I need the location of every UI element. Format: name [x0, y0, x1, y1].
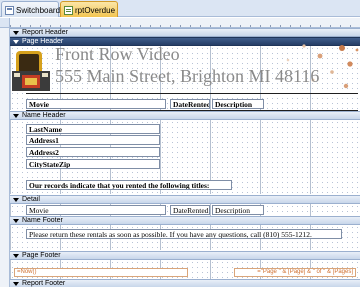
description-field[interactable]: Description — [212, 205, 264, 215]
section-label: Report Header — [22, 29, 68, 36]
section-arrow-icon — [13, 281, 19, 286]
document-tabs: Switchboard rptOverdue — [0, 0, 360, 17]
rented-titles-message[interactable]: Our records indicate that you rented the… — [26, 180, 232, 190]
section-arrow-icon — [13, 39, 19, 44]
horizontal-ruler[interactable] — [10, 18, 360, 28]
tab-label: Switchboard — [16, 6, 61, 15]
date-expression-field[interactable]: =Now() — [14, 268, 188, 277]
daterented-column-label[interactable]: DateRented — [170, 99, 210, 109]
movie-field[interactable]: Movie — [26, 205, 166, 215]
company-name[interactable]: Front Row Video — [55, 44, 180, 65]
daterented-field[interactable]: DateRented — [170, 205, 210, 215]
section-label: Report Footer — [22, 280, 66, 287]
section-arrow-icon — [13, 253, 19, 258]
citystatezip-field[interactable]: CityStateZip — [26, 159, 160, 169]
section-label: Name Header — [22, 112, 66, 119]
return-rentals-message[interactable]: Please return these rentals as soon as p… — [26, 229, 342, 239]
tab-rptoverdue[interactable]: rptOverdue — [60, 1, 118, 17]
section-label: Name Footer — [22, 217, 63, 224]
section-arrow-icon — [13, 218, 19, 223]
lastname-field[interactable]: LastName — [26, 124, 160, 134]
section-label: Detail — [22, 196, 40, 203]
ruler-corner[interactable] — [0, 18, 10, 28]
section-label: Page Footer — [22, 252, 61, 259]
section-name-header[interactable]: Name Header — [10, 111, 360, 120]
description-column-label[interactable]: Description — [212, 99, 264, 109]
vertical-ruler[interactable] — [0, 28, 10, 287]
movie-column-label[interactable]: Movie — [26, 99, 166, 109]
section-name-footer[interactable]: Name Footer — [10, 216, 360, 225]
section-report-header[interactable]: Report Header — [10, 28, 360, 37]
section-page-footer[interactable]: Page Footer — [10, 251, 360, 260]
address1-field[interactable]: Address1 — [26, 135, 160, 145]
company-address[interactable]: 555 Main Street, Brighton MI 48116 — [55, 66, 319, 87]
video-logo-image — [12, 51, 50, 91]
section-report-footer[interactable]: Report Footer — [10, 279, 360, 287]
header-top-line[interactable] — [26, 93, 358, 94]
report-icon — [64, 6, 73, 15]
address2-field[interactable]: Address2 — [26, 147, 160, 157]
section-arrow-icon — [13, 113, 19, 118]
form-icon — [5, 6, 14, 15]
section-arrow-icon — [13, 30, 19, 35]
tab-switchboard[interactable]: Switchboard — [1, 1, 61, 17]
section-arrow-icon — [13, 197, 19, 202]
tab-label: rptOverdue — [75, 6, 116, 15]
section-detail[interactable]: Detail — [10, 195, 360, 204]
page-number-expression-field[interactable]: ="Page " & [Page] & " of " & [Pages] — [234, 268, 356, 277]
